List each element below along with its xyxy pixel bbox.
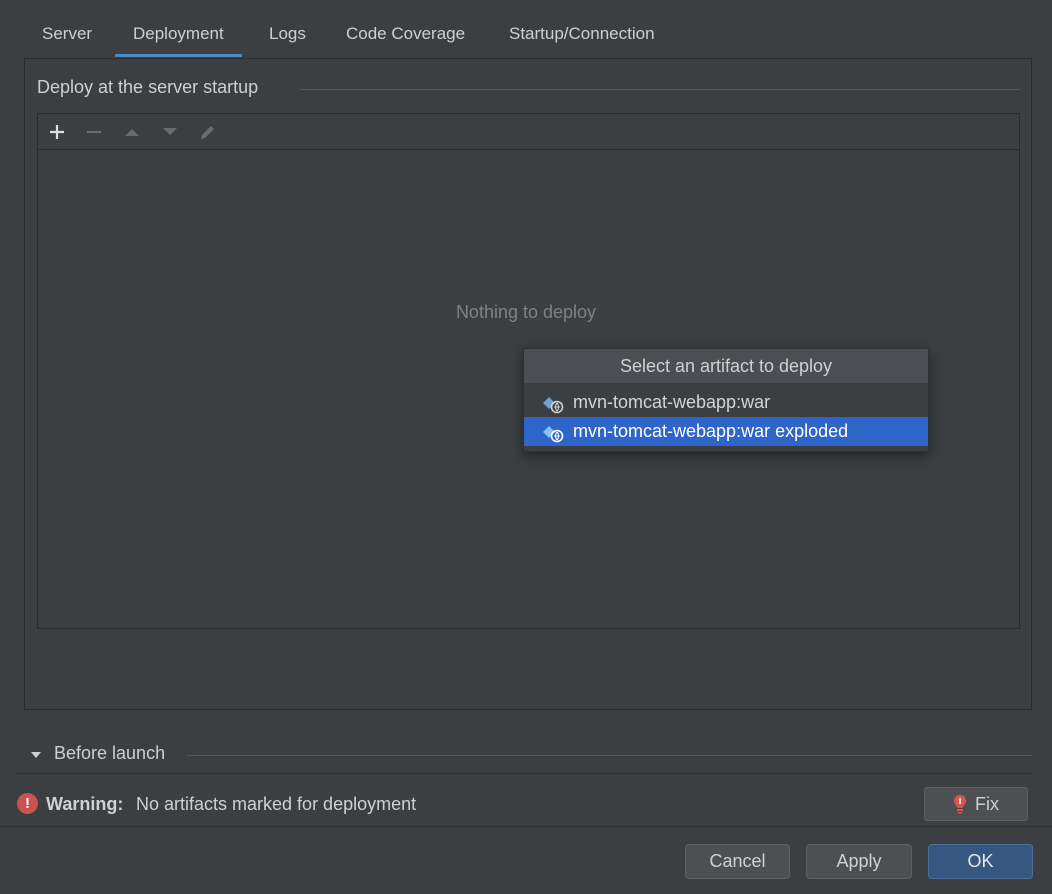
- warning-message: No artifacts marked for deployment: [136, 794, 417, 814]
- before-launch-divider: [187, 755, 1032, 756]
- ok-button[interactable]: OK: [928, 844, 1033, 879]
- fix-button-label: Fix: [975, 793, 999, 814]
- cancel-button[interactable]: Cancel: [685, 844, 790, 879]
- separator: [16, 773, 1032, 774]
- before-launch-label[interactable]: Before launch: [54, 743, 165, 764]
- tab-server[interactable]: Server: [42, 22, 92, 58]
- lightbulb-icon: [954, 795, 966, 814]
- tab-deployment[interactable]: Deployment: [115, 22, 242, 58]
- section-divider: [300, 89, 1020, 90]
- tab-code-coverage[interactable]: Code Coverage: [346, 22, 465, 58]
- tab-logs[interactable]: Logs: [269, 22, 306, 58]
- artifact-popup: Select an artifact to deploy mvn-tomcat-…: [523, 348, 929, 452]
- warning-label: Warning:: [46, 794, 124, 814]
- list-toolbar: [38, 114, 1019, 150]
- remove-icon[interactable]: [79, 114, 109, 149]
- section-title: Deploy at the server startup: [37, 77, 259, 97]
- artifact-item-label: mvn-tomcat-webapp:war: [573, 392, 771, 412]
- artifact-item[interactable]: mvn-tomcat-webapp:war: [524, 388, 928, 417]
- tab-bar: Server Deployment Logs Code Coverage Sta…: [0, 0, 1052, 58]
- move-down-icon[interactable]: [155, 114, 185, 149]
- apply-button[interactable]: Apply: [806, 844, 912, 879]
- artifact-icon: [543, 425, 564, 442]
- fix-button[interactable]: Fix: [924, 787, 1028, 821]
- move-up-icon[interactable]: [117, 114, 147, 149]
- artifact-item-selected[interactable]: mvn-tomcat-webapp:war exploded: [524, 417, 928, 446]
- edit-icon[interactable]: [193, 114, 223, 149]
- popup-title: Select an artifact to deploy: [524, 349, 928, 383]
- add-icon[interactable]: [42, 114, 72, 149]
- tab-startup-connection[interactable]: Startup/Connection: [509, 22, 655, 58]
- expand-arrow-icon[interactable]: [30, 750, 42, 760]
- warning-icon: !: [17, 793, 38, 814]
- artifact-item-label: mvn-tomcat-webapp:war exploded: [573, 421, 849, 441]
- artifact-icon: [543, 396, 564, 413]
- empty-list-text: Nothing to deploy: [455, 302, 597, 322]
